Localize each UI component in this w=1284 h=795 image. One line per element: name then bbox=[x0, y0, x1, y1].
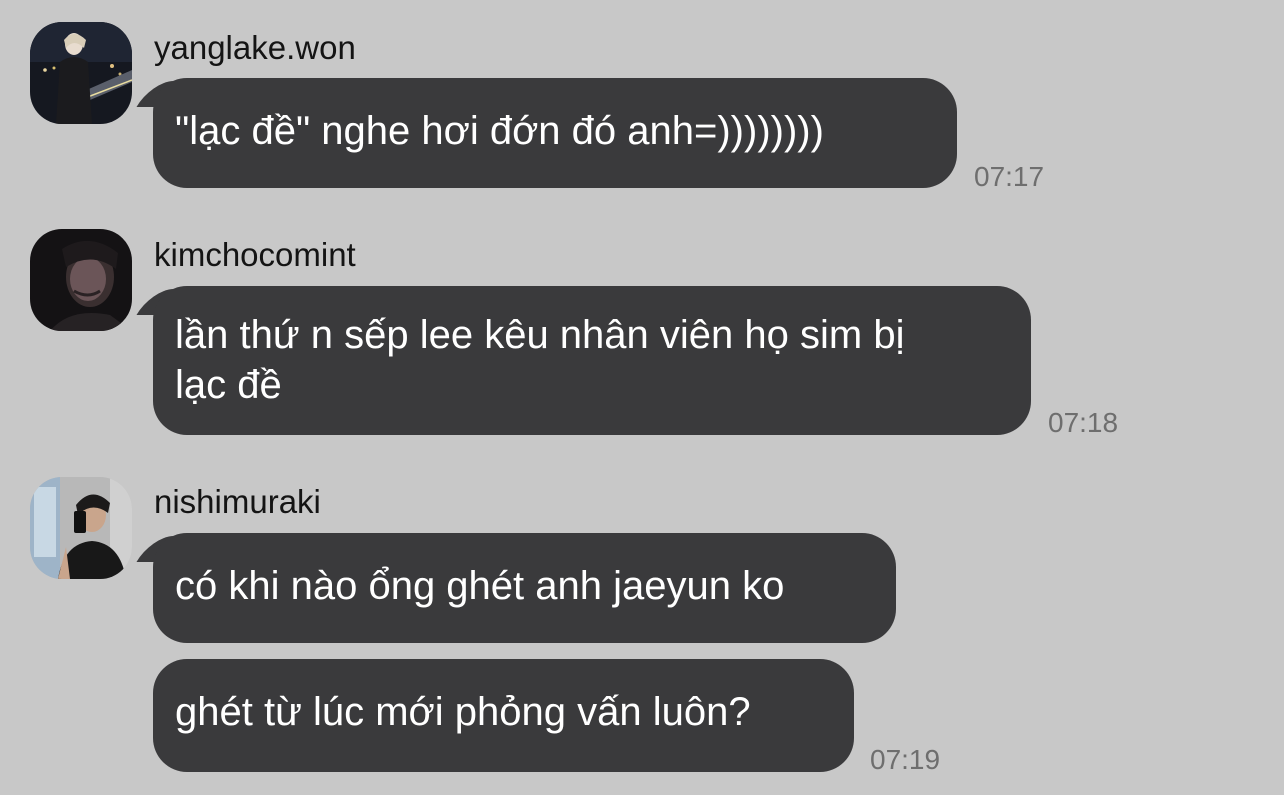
message-timestamp: 07:18 bbox=[1048, 407, 1119, 438]
message-timestamp: 07:17 bbox=[974, 161, 1045, 192]
message-text: "lạc đề" nghe hơi đớn đó anh=)))))))) bbox=[175, 109, 824, 153]
message-bubble[interactable]: có khi nào ổng ghét anh jaeyun ko bbox=[153, 533, 896, 643]
message-bubble[interactable]: "lạc đề" nghe hơi đớn đó anh=)))))))) bbox=[153, 78, 957, 188]
sender-name[interactable]: yanglake.won bbox=[154, 28, 356, 68]
user-avatar-night-city-icon[interactable] bbox=[30, 22, 132, 124]
message-text: ghét từ lúc mới phỏng vấn luôn? bbox=[175, 690, 751, 734]
night-city-photo-icon bbox=[30, 22, 132, 124]
user-avatar-mirror-selfie-icon[interactable] bbox=[30, 477, 132, 579]
message-text-line: lạc đề bbox=[175, 363, 282, 407]
sender-name[interactable]: nishimuraki bbox=[154, 482, 321, 522]
message-text: có khi nào ổng ghét anh jaeyun ko bbox=[175, 564, 785, 608]
message-text-line: lần thứ n sếp lee kêu nhân viên họ sim b… bbox=[175, 313, 905, 357]
user-avatar-dark-portrait-icon[interactable] bbox=[30, 229, 132, 331]
message-timestamp: 07:19 bbox=[870, 744, 941, 775]
dark-portrait-photo-icon bbox=[30, 229, 132, 331]
message-bubble[interactable]: ghét từ lúc mới phỏng vấn luôn? bbox=[153, 659, 854, 772]
chat-message-list: yanglake.won "lạc đề" nghe hơi đớn đó an… bbox=[0, 0, 1284, 795]
mirror-selfie-photo-icon bbox=[30, 477, 132, 579]
message-bubble[interactable]: lần thứ n sếp lee kêu nhân viên họ sim b… bbox=[153, 286, 1031, 435]
sender-name[interactable]: kimchocomint bbox=[154, 235, 356, 275]
